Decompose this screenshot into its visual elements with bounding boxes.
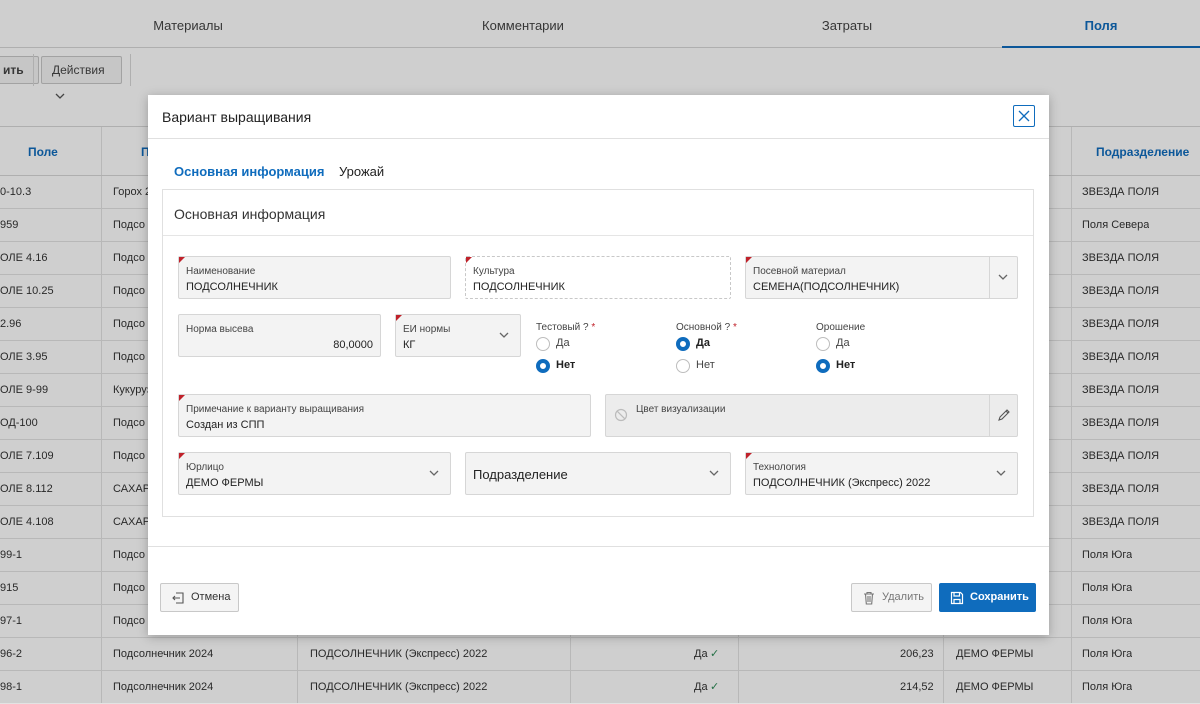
- required-marker: [466, 257, 472, 263]
- required-marker: [179, 257, 185, 263]
- main-option-no[interactable]: Нет: [676, 355, 737, 377]
- radio-label: Да: [836, 337, 850, 349]
- dropdown-toggle[interactable]: [989, 257, 1017, 298]
- legal-entity-label: Юрлицо: [186, 462, 224, 473]
- tab-harvest[interactable]: Урожай: [339, 164, 384, 179]
- radio-label: Да: [556, 337, 570, 349]
- legal-entity-select[interactable]: Юрлицо ДЕМО ФЕРМЫ: [178, 452, 451, 495]
- dialog-title: Вариант выращивания: [162, 109, 312, 125]
- required-marker: [179, 395, 185, 401]
- division-select[interactable]: Подразделение: [465, 452, 731, 495]
- technology-label: Технология: [753, 462, 806, 473]
- test-option-yes[interactable]: Да: [536, 333, 595, 355]
- trash-icon: [864, 591, 874, 605]
- irrigation-option-no[interactable]: Нет: [816, 355, 865, 377]
- main-label: Основной ? *: [676, 322, 737, 333]
- variant-note-value: Создан из СПП: [186, 419, 265, 431]
- radio-button[interactable]: [676, 359, 690, 373]
- no-color-icon: [614, 408, 628, 422]
- technology-value: ПОДСОЛНЕЧНИК (Экспресс) 2022: [753, 477, 931, 489]
- radio-label: Нет: [696, 359, 715, 371]
- close-button[interactable]: [1013, 105, 1035, 127]
- technology-select[interactable]: Технология ПОДСОЛНЕЧНИК (Экспресс) 2022: [745, 452, 1018, 495]
- main-option-yes[interactable]: Да: [676, 333, 737, 355]
- required-marker: [746, 453, 752, 459]
- growing-variant-dialog: Вариант выращивания Основная информация …: [148, 95, 1049, 635]
- save-icon: [950, 591, 964, 605]
- delete-label: Удалить: [882, 591, 924, 603]
- section-title: Основная информация: [174, 206, 326, 222]
- cancel-button[interactable]: Отмена: [160, 583, 239, 612]
- required-marker: [179, 453, 185, 459]
- required-marker: [396, 315, 402, 321]
- tab-main-info[interactable]: Основная информация: [174, 164, 324, 179]
- rate-unit-label: ЕИ нормы: [403, 324, 451, 335]
- rate-unit-select[interactable]: ЕИ нормы КГ: [395, 314, 521, 357]
- visualization-color-label: Цвет визуализации: [636, 404, 726, 415]
- dialog-header: Вариант выращивания: [148, 95, 1049, 139]
- radio-button-selected[interactable]: [676, 337, 690, 351]
- seeding-rate-value: 80,0000: [333, 339, 373, 351]
- radio-button-selected[interactable]: [536, 359, 550, 373]
- seeding-rate-field[interactable]: Норма высева 80,0000: [178, 314, 381, 357]
- radio-label: Да: [696, 337, 710, 349]
- required-marker: [746, 257, 752, 263]
- save-button[interactable]: Сохранить: [939, 583, 1036, 612]
- chevron-down-icon: [499, 332, 509, 338]
- chevron-down-icon: [996, 470, 1006, 476]
- delete-button[interactable]: Удалить: [851, 583, 932, 612]
- close-icon: [1018, 110, 1030, 122]
- variant-note-label: Примечание к варианту выращивания: [186, 404, 364, 415]
- seeding-rate-label: Норма высева: [186, 324, 254, 335]
- test-radio-group: Тестовый ? * Да Нет: [536, 322, 595, 377]
- test-label: Тестовый ? *: [536, 322, 596, 333]
- chevron-down-icon: [709, 470, 719, 476]
- footer-divider: [148, 546, 1049, 547]
- radio-button-selected[interactable]: [816, 359, 830, 373]
- legal-entity-value: ДЕМО ФЕРМЫ: [186, 477, 264, 489]
- radio-label: Нет: [556, 359, 576, 371]
- irrigation-radio-group: Орошение Да Нет: [816, 322, 865, 377]
- test-option-no[interactable]: Нет: [536, 355, 595, 377]
- name-field[interactable]: Наименование ПОДСОЛНЕЧНИК: [178, 256, 451, 299]
- cancel-label: Отмена: [191, 591, 231, 603]
- back-icon: [172, 592, 184, 604]
- main-radio-group: Основной ? * Да Нет: [676, 322, 737, 377]
- irrigation-label: Орошение: [816, 322, 866, 333]
- culture-value: ПОДСОЛНЕЧНИК: [473, 281, 565, 293]
- save-label: Сохранить: [970, 591, 1029, 603]
- section-divider: [163, 235, 1033, 236]
- radio-button[interactable]: [816, 337, 830, 351]
- visualization-color-field[interactable]: Цвет визуализации: [605, 394, 1018, 437]
- name-value: ПОДСОЛНЕЧНИК: [186, 281, 278, 293]
- seed-material-label: Посевной материал: [753, 266, 846, 277]
- variant-note-field[interactable]: Примечание к варианту выращивания Создан…: [178, 394, 591, 437]
- radio-button[interactable]: [536, 337, 550, 351]
- chevron-down-icon: [998, 274, 1008, 280]
- color-picker-button[interactable]: [989, 395, 1017, 436]
- radio-label: Нет: [836, 359, 856, 371]
- seed-material-select[interactable]: Посевной материал СЕМЕНА(ПОДСОЛНЕЧНИК): [745, 256, 1018, 299]
- chevron-down-icon: [429, 470, 439, 476]
- culture-field: Культура ПОДСОЛНЕЧНИК: [465, 256, 731, 299]
- culture-label: Культура: [473, 266, 515, 277]
- seed-material-value: СЕМЕНА(ПОДСОЛНЕЧНИК): [753, 281, 900, 293]
- division-placeholder: Подразделение: [473, 467, 568, 482]
- irrigation-option-yes[interactable]: Да: [816, 333, 865, 355]
- name-label: Наименование: [186, 266, 256, 277]
- rate-unit-value: КГ: [403, 339, 416, 351]
- pencil-icon: [998, 409, 1010, 421]
